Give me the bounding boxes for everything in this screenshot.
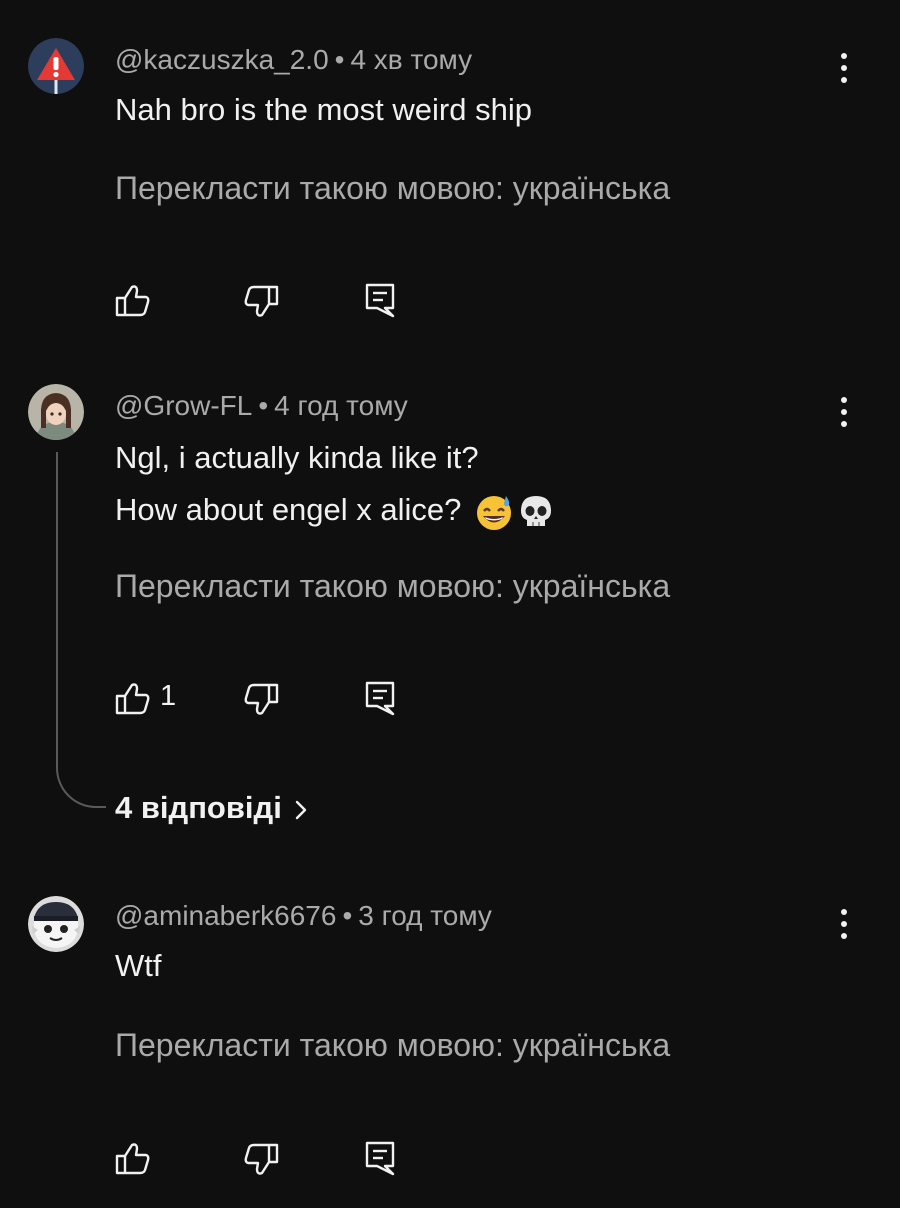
comment-actions: 1 — [0, 676, 900, 720]
thumbs-down-icon — [244, 1143, 279, 1175]
warning-avatar-icon — [28, 38, 84, 94]
skull-emoji — [521, 495, 552, 526]
comment-username[interactable]: @kaczuszka_2.0 — [115, 44, 329, 75]
thumbs-up-icon — [115, 1143, 150, 1175]
like-button[interactable] — [112, 278, 156, 322]
thumbs-up-icon — [115, 683, 150, 715]
thread-connector-line — [56, 452, 106, 808]
view-replies-button[interactable]: 4 відповіді — [115, 790, 310, 826]
comment-actions — [0, 278, 900, 322]
translate-link[interactable]: Перекласти такою мовою: українська — [115, 170, 670, 207]
reply-button[interactable] — [362, 676, 402, 720]
meta-separator: • — [258, 390, 269, 421]
chevron-right-icon — [295, 800, 307, 820]
dislike-button[interactable] — [242, 278, 286, 322]
comment-meta: @aminaberk6676 • 3 год тому — [115, 900, 492, 932]
comment-time[interactable]: 4 год тому — [274, 390, 408, 421]
reply-button[interactable] — [362, 278, 402, 322]
comment-text: Wtf — [115, 940, 162, 992]
thumbs-down-icon — [244, 285, 279, 317]
comment-text: Nah bro is the most weird ship — [115, 84, 532, 136]
comment-text-line: Nah bro is the most weird ship — [115, 92, 532, 127]
comment-actions — [0, 1136, 900, 1180]
avatar[interactable] — [28, 384, 84, 440]
reply-button[interactable] — [362, 1136, 402, 1180]
avatar[interactable] — [28, 38, 84, 94]
more-vertical-icon — [841, 397, 847, 403]
more-vertical-icon — [841, 909, 847, 915]
comment-text-line: How about engel x alice? — [115, 484, 554, 536]
comment-meta: @kaczuszka_2.0 • 4 хв тому — [115, 44, 472, 76]
anime-girl-avatar-icon — [28, 384, 84, 440]
comment-time[interactable]: 3 год тому — [358, 900, 492, 931]
meta-separator: • — [334, 44, 345, 75]
dislike-button[interactable] — [242, 1136, 286, 1180]
comment-meta: @Grow-FL • 4 год тому — [115, 390, 408, 422]
avatar[interactable] — [28, 896, 84, 952]
translate-link[interactable]: Перекласти такою мовою: українська — [115, 1027, 670, 1064]
replies-count-label: 4 відповіді — [115, 790, 282, 825]
comment-username[interactable]: @aminaberk6676 — [115, 900, 336, 931]
translate-link[interactable]: Перекласти такою мовою: українська — [115, 568, 670, 605]
comment-item: @kaczuszka_2.0 • 4 хв тому Nah bro is the … — [0, 0, 900, 340]
reply-comment-icon — [365, 283, 395, 318]
cartoon-character-avatar-icon — [28, 896, 84, 952]
like-count: 1 — [160, 680, 177, 712]
comment-username[interactable]: @Grow-FL — [115, 390, 252, 421]
meta-separator: • — [342, 900, 353, 931]
comment-text: Ngl, i actually kinda like it? How about… — [115, 432, 554, 536]
more-actions-button[interactable] — [826, 48, 862, 88]
comment-text-line: Wtf — [115, 948, 162, 983]
reply-comment-icon — [365, 681, 395, 716]
grinning-face-with-sweat-emoji — [477, 495, 512, 530]
reply-comment-icon — [365, 1141, 395, 1176]
more-actions-button[interactable] — [826, 392, 862, 432]
more-actions-button[interactable] — [826, 904, 862, 944]
comment-text-line: Ngl, i actually kinda like it? — [115, 440, 479, 475]
comment-time[interactable]: 4 хв тому — [350, 44, 472, 75]
dislike-button[interactable] — [242, 676, 286, 720]
thumbs-up-icon — [115, 285, 150, 317]
like-button[interactable] — [112, 676, 156, 720]
more-vertical-icon — [841, 53, 847, 59]
like-button[interactable] — [112, 1136, 156, 1180]
thumbs-down-icon — [244, 683, 279, 715]
